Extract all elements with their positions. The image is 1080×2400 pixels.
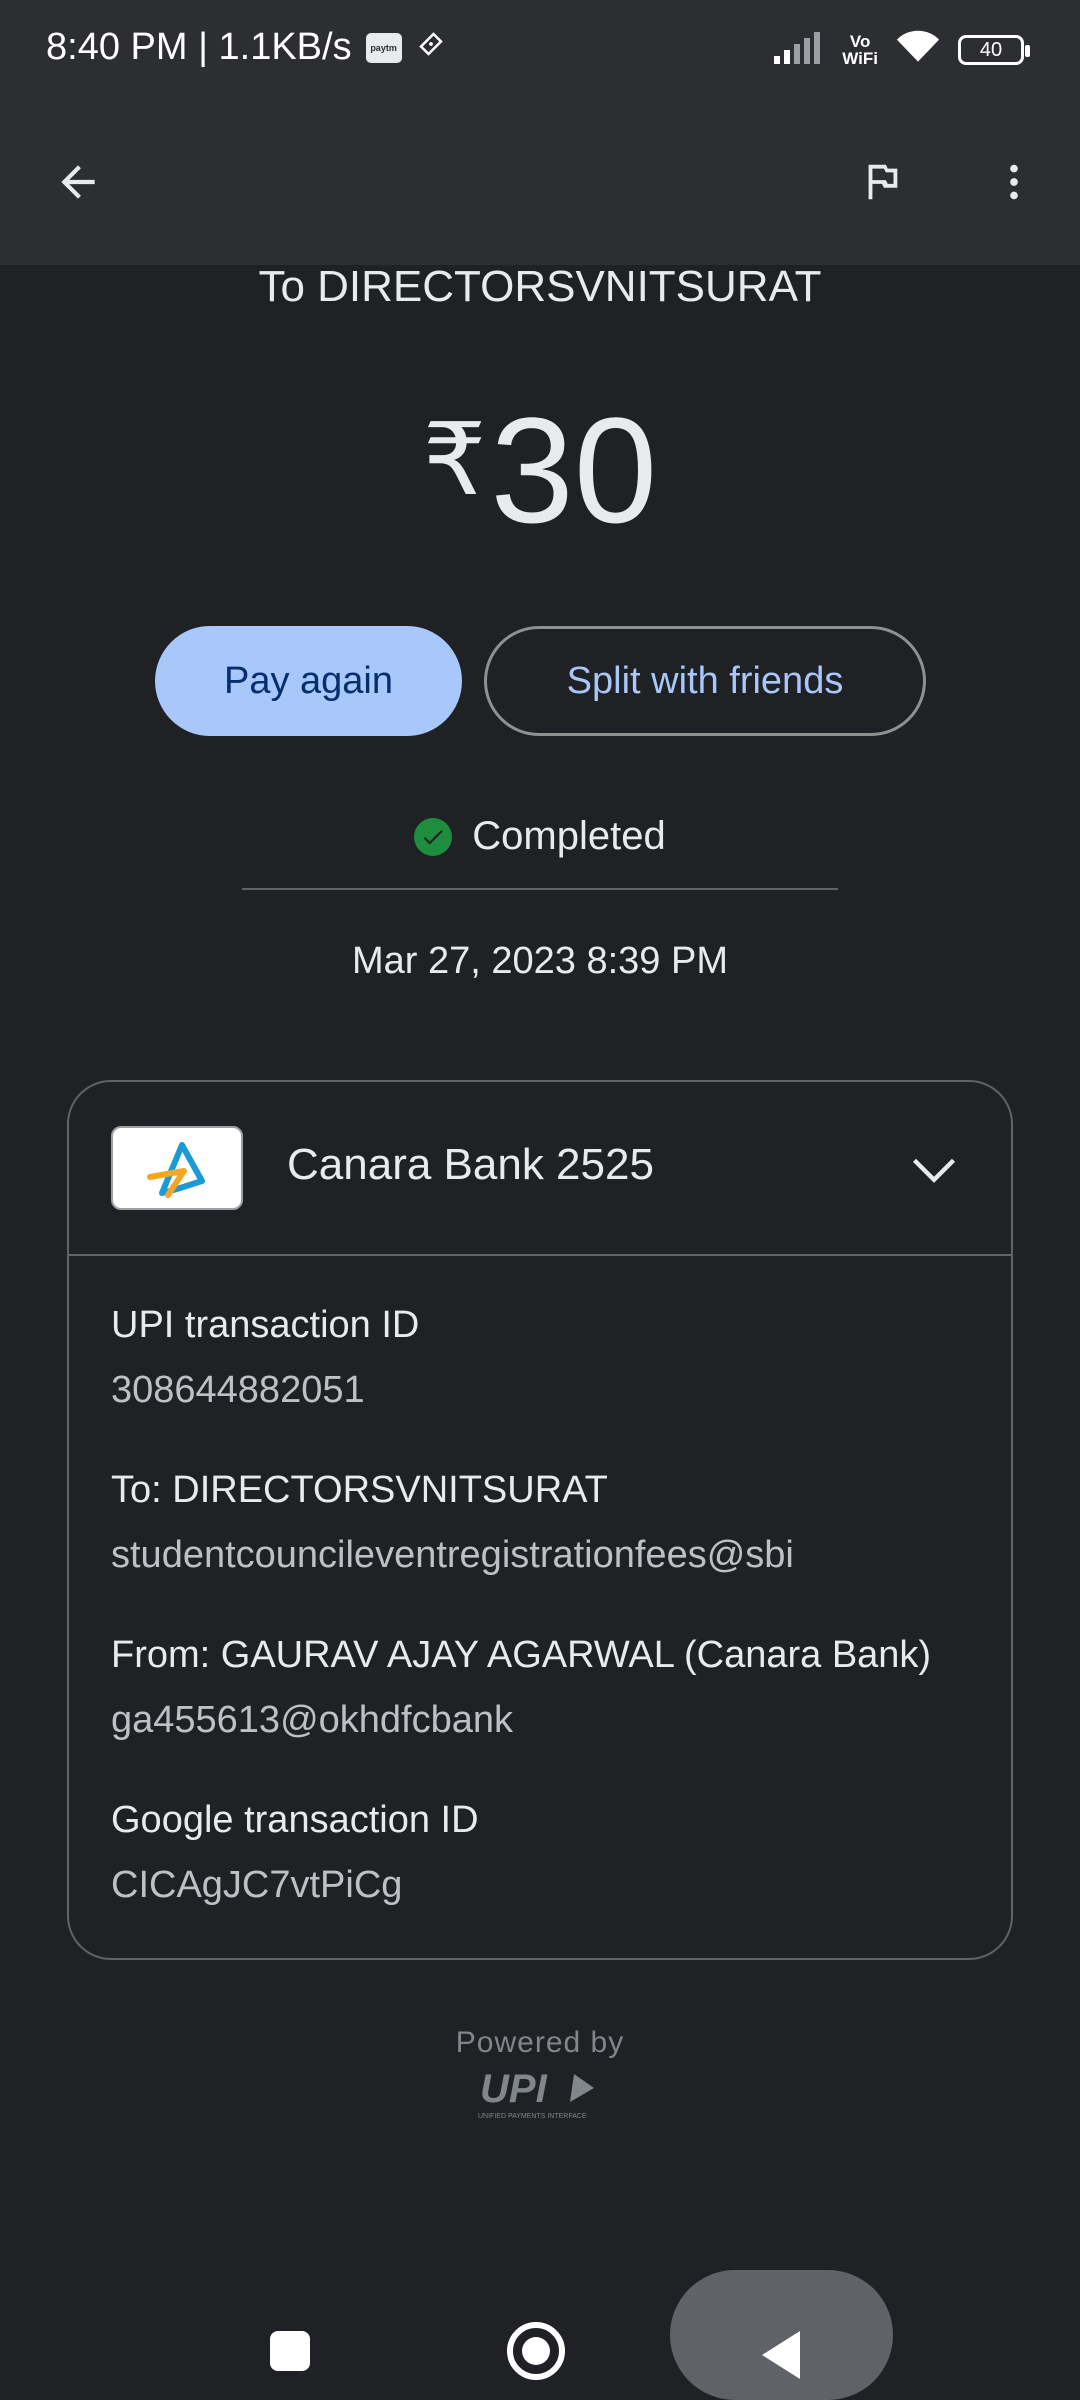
report-button[interactable] <box>842 142 922 222</box>
chevron-down-icon <box>912 1158 956 1183</box>
vowifi-icon: Vo WiFi <box>842 33 878 67</box>
amount-display: ₹30 <box>0 380 1080 550</box>
powered-by-text: Powered by <box>455 2026 625 2059</box>
upi-logo-subtext: UNIFIED PAYMENTS INTERFACE <box>478 2113 587 2120</box>
back-button[interactable] <box>38 142 118 222</box>
arrow-left-icon <box>61 165 95 199</box>
payee-heading: To DIRECTORSVNITSURAT <box>258 262 822 311</box>
bank-name: Canara Bank 2525 <box>287 1140 654 1189</box>
ticket-notification-icon <box>416 26 446 69</box>
signal-icon <box>774 30 824 69</box>
status-bar: 8:40 PM | 1.1KB/s paytm Vo WiFi 40 <box>0 0 1080 100</box>
app-bar <box>0 100 1080 265</box>
wifi-icon <box>896 30 940 69</box>
upi-transaction-id-label: UPI transaction ID <box>111 1304 420 1346</box>
vowifi-top: Vo <box>849 31 871 51</box>
status-text: Completed <box>472 814 666 858</box>
status-time-speed: 8:40 PM | 1.1KB/s <box>46 26 352 68</box>
recipient-field: To: DIRECTORSVNITSURAT studentcouncileve… <box>111 1469 794 1577</box>
paytm-notification-icon: paytm <box>365 32 402 63</box>
google-transaction-id-field: Google transaction ID CICAgJC7vtPiCg <box>111 1799 479 1907</box>
upi-logo: UPI UNIFIED PAYMENTS INTERFACE <box>478 2067 594 2120</box>
sender-upi-value: ga455613@okhdfcbank <box>111 1699 514 1741</box>
upi-logo-text: UPI <box>480 2067 548 2111</box>
more-options-button[interactable] <box>974 142 1054 222</box>
expand-button[interactable] <box>899 1134 969 1204</box>
status-row: Completed <box>0 814 1080 859</box>
home-button[interactable] <box>507 2322 565 2380</box>
upi-transaction-id-field: UPI transaction ID 308644882051 <box>111 1304 419 1412</box>
sender-label: From: GAURAV AJAY AGARWAL (Canara Bank) <box>111 1634 932 1676</box>
vowifi-bottom: WiFi <box>842 48 878 68</box>
google-transaction-id-value: CICAgJC7vtPiCg <box>111 1864 403 1906</box>
flag-icon <box>868 164 898 200</box>
bank-logo <box>111 1126 243 1210</box>
transaction-date: Mar 27, 2023 8:39 PM <box>352 940 728 982</box>
recipient-label: To: DIRECTORSVNITSURAT <box>111 1469 608 1511</box>
check-circle-icon <box>414 817 453 856</box>
amount-value: 30 <box>490 386 658 554</box>
system-nav-bar <box>0 2260 1080 2400</box>
sender-field: From: GAURAV AJAY AGARWAL (Canara Bank) … <box>111 1634 931 1742</box>
currency-symbol: ₹ <box>422 404 487 516</box>
google-transaction-id-label: Google transaction ID <box>111 1799 479 1841</box>
split-with-friends-button[interactable]: Split with friends <box>484 626 926 736</box>
more-vertical-icon <box>1010 164 1018 200</box>
battery-icon: 40 <box>958 34 1030 65</box>
status-right: Vo WiFi 40 <box>774 30 1030 69</box>
pay-again-button[interactable]: Pay again <box>155 626 462 736</box>
recents-button[interactable] <box>270 2331 310 2371</box>
recipient-upi-value: studentcouncileventregistrationfees@sbi <box>111 1534 794 1576</box>
upi-transaction-id-value: 308644882051 <box>111 1369 365 1411</box>
back-nav-button[interactable] <box>762 2331 800 2379</box>
status-left: 8:40 PM | 1.1KB/s paytm <box>46 26 446 69</box>
bank-account-row[interactable]: Canara Bank 2525 <box>69 1082 1011 1256</box>
transaction-details-card: Canara Bank 2525 UPI transaction ID 3086… <box>67 1080 1013 1960</box>
divider <box>242 888 838 890</box>
